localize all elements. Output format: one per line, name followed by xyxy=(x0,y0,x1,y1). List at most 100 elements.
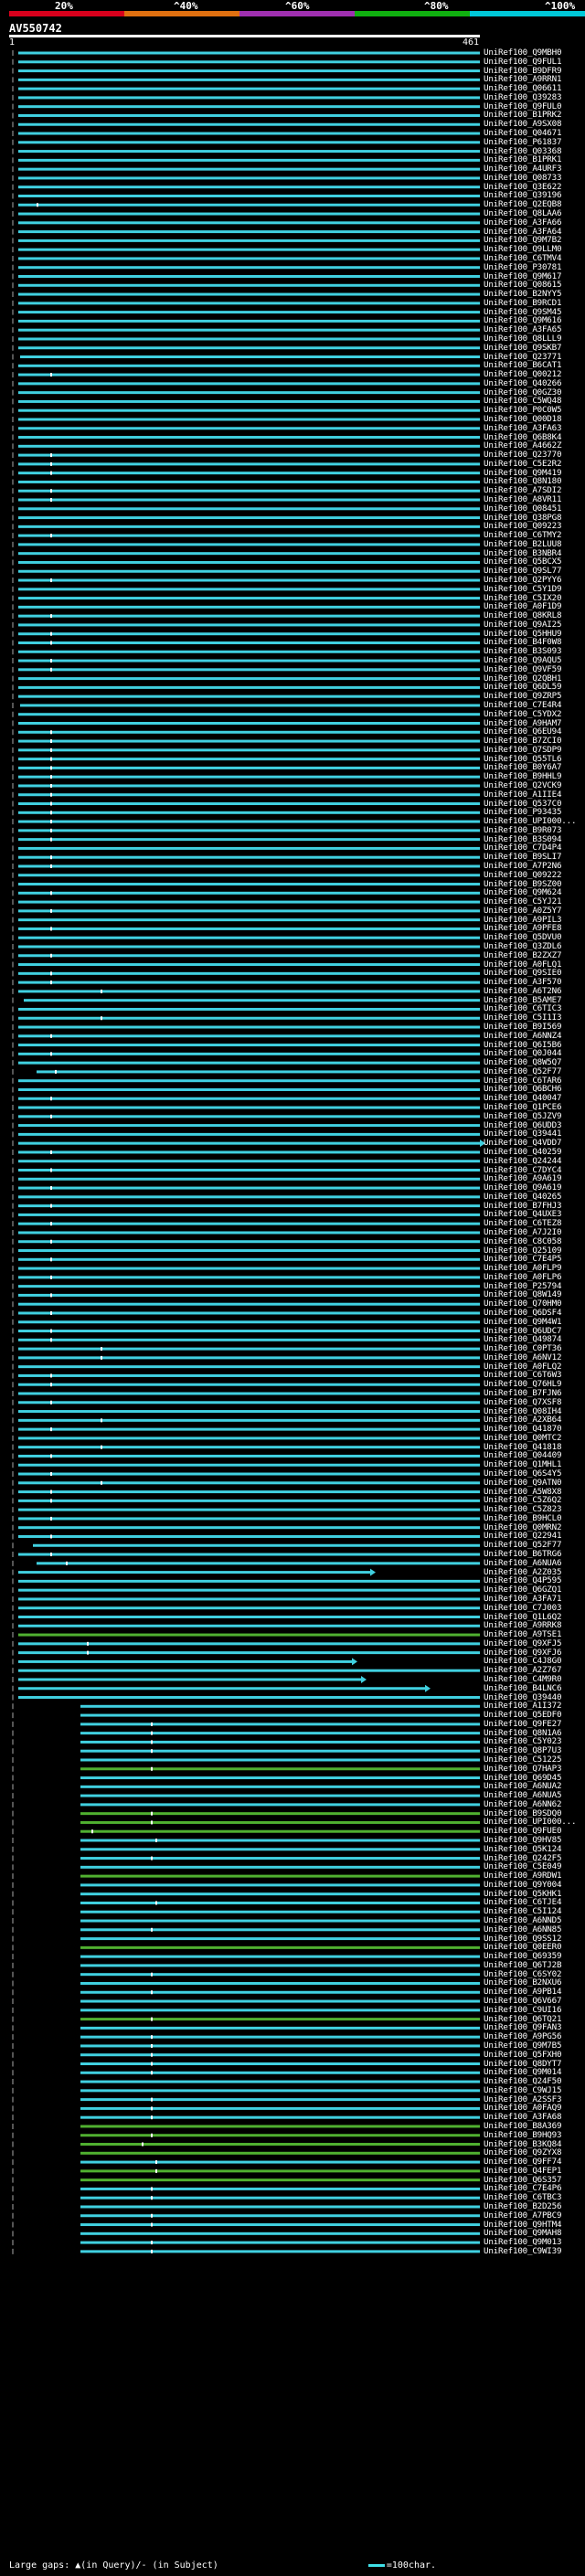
hit-bar xyxy=(18,641,480,644)
hit-bar xyxy=(18,766,480,769)
hit-row xyxy=(12,1640,480,1647)
hit-bar xyxy=(18,51,480,55)
hit-row xyxy=(12,86,480,92)
hit-row xyxy=(12,77,480,83)
hit-row xyxy=(12,1471,480,1478)
hit-row xyxy=(12,273,480,280)
hit-row xyxy=(12,747,480,753)
hit-bar xyxy=(80,1803,480,1807)
hit-bar xyxy=(18,1481,480,1485)
hit-gap-marker xyxy=(50,1034,52,1038)
hit-bar xyxy=(18,874,480,877)
hit-row xyxy=(12,1971,480,1977)
hit-bar xyxy=(18,784,480,788)
hit-bar xyxy=(18,1517,480,1521)
hit-bar xyxy=(80,1794,480,1797)
hit-gap-marker xyxy=(50,1373,52,1378)
hit-gap-marker xyxy=(50,908,52,913)
hit-bar xyxy=(18,1016,480,1020)
hit-row xyxy=(12,309,480,315)
hit-bar xyxy=(18,1472,480,1476)
hit-bar xyxy=(18,176,480,180)
hit-gap-marker xyxy=(151,2097,153,2102)
hit-row xyxy=(12,1229,480,1235)
hit-bar xyxy=(18,1302,480,1306)
hit-row xyxy=(12,1829,480,1835)
hit-row xyxy=(12,1801,480,1807)
hit-bar xyxy=(80,1981,480,1985)
hit-bar xyxy=(18,266,480,270)
hit-bar xyxy=(80,2035,480,2039)
hit-bar xyxy=(18,1338,480,1341)
hit-row xyxy=(12,354,480,360)
hit-bar xyxy=(18,560,480,564)
hit-bar xyxy=(18,436,480,440)
hit-bar xyxy=(18,373,480,376)
hit-gap-marker xyxy=(50,659,52,663)
hit-row xyxy=(12,1623,480,1629)
hit-row xyxy=(12,505,480,512)
hit-row xyxy=(12,1614,480,1620)
hit-gap-marker xyxy=(101,1445,102,1449)
hit-bar xyxy=(18,1311,480,1315)
hit-bar xyxy=(18,364,480,367)
hit-row xyxy=(12,1900,480,1906)
hit-bar xyxy=(80,2250,480,2253)
hit-row xyxy=(12,363,480,369)
hit-row xyxy=(12,899,480,906)
hit-row xyxy=(12,247,480,253)
hit-bar xyxy=(80,1901,480,1904)
hit-bar xyxy=(80,2044,480,2048)
hit-bar xyxy=(18,981,480,984)
hit-row xyxy=(12,103,480,110)
hit-bar xyxy=(18,694,480,698)
hit-row xyxy=(12,756,480,762)
hit-label[interactable]: UniRef100_C9WI39 xyxy=(484,2246,562,2256)
hit-row xyxy=(12,1444,480,1450)
hit-gap-marker xyxy=(151,2017,153,2021)
hit-gap-marker xyxy=(151,2115,153,2120)
hit-bar xyxy=(80,1883,480,1887)
hit-row xyxy=(12,2132,480,2138)
hit-bar xyxy=(18,1150,480,1154)
hit-bar xyxy=(18,418,480,421)
hit-row xyxy=(12,2141,480,2147)
hit-bar xyxy=(80,2196,480,2200)
hit-row xyxy=(12,345,480,351)
hit-bar xyxy=(18,1079,480,1083)
hit-row xyxy=(12,2186,480,2192)
hit-row xyxy=(12,131,480,137)
hit-bar xyxy=(18,1132,480,1136)
hit-bar xyxy=(18,1410,480,1414)
hit-bar xyxy=(18,113,480,117)
hit-row xyxy=(12,1274,480,1280)
hit-row xyxy=(12,621,480,628)
hit-gap-marker xyxy=(50,1338,52,1342)
hit-row xyxy=(12,1131,480,1138)
hit-bar xyxy=(80,1713,480,1717)
hit-row xyxy=(12,1033,480,1039)
hit-bar xyxy=(37,1562,480,1565)
hit-row xyxy=(12,1462,480,1468)
hit-row xyxy=(12,1060,480,1066)
hit-gap-marker xyxy=(151,2196,153,2200)
hit-bar xyxy=(80,1874,480,1878)
hit-row xyxy=(12,1793,480,1799)
hit-gap-marker xyxy=(151,2052,153,2057)
hit-row xyxy=(12,1068,480,1075)
hit-gap-marker xyxy=(50,739,52,744)
hit-gap-marker xyxy=(50,1293,52,1298)
hit-bar xyxy=(18,1285,480,1288)
hit-gap-marker xyxy=(151,2133,153,2137)
hit-bar xyxy=(18,346,480,350)
legend-in-query: (in Query)/ xyxy=(80,2560,142,2571)
hit-bar xyxy=(18,1687,425,1691)
hit-bar xyxy=(18,954,480,958)
hit-row xyxy=(12,1891,480,1897)
hit-bar xyxy=(18,1401,480,1405)
hit-row xyxy=(12,524,480,530)
hit-row xyxy=(12,497,480,503)
hit-bar xyxy=(18,578,480,582)
hit-bar xyxy=(18,275,480,278)
hit-row xyxy=(12,1864,480,1871)
